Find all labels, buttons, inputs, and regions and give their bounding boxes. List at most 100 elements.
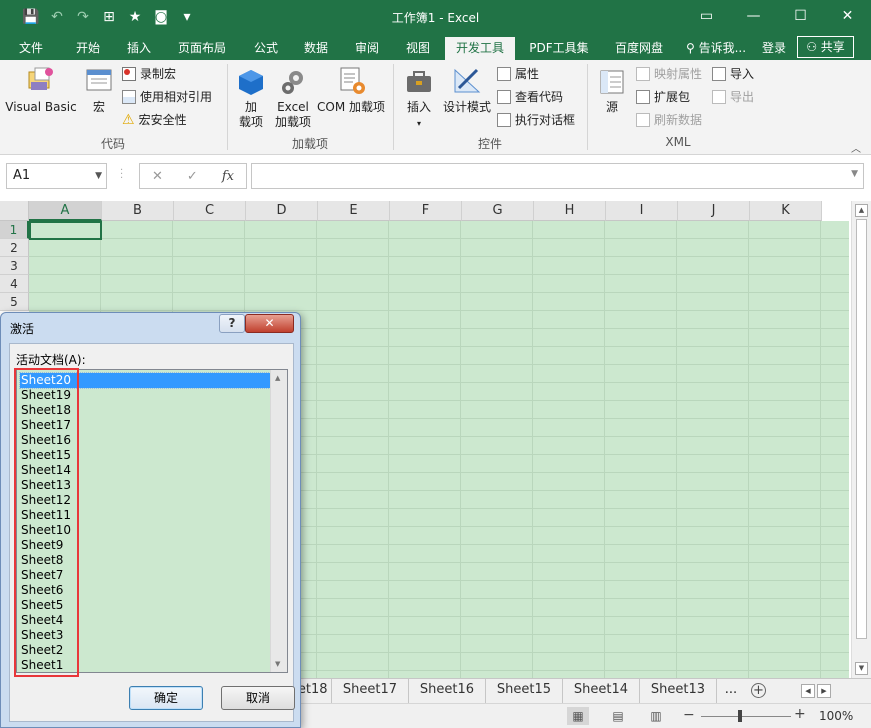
tab-insert[interactable]: 插入 xyxy=(115,37,163,60)
view-code-button[interactable]: 查看代码 xyxy=(497,87,563,107)
tab-home[interactable]: 开始 xyxy=(64,37,112,60)
column-header[interactable]: F xyxy=(390,201,462,221)
design-mode-icon xyxy=(454,68,481,93)
sheet-tab[interactable]: Sheet14 xyxy=(563,679,640,703)
xml-source-button[interactable]: 源 xyxy=(594,68,630,115)
vertical-scroll-thumb[interactable] xyxy=(856,219,867,639)
insert-control-button[interactable]: 插入 ▾ xyxy=(400,68,438,131)
tell-me-box[interactable]: ⚲ 告诉我... xyxy=(683,37,749,60)
tab-baidu-netdisk[interactable]: 百度网盘 xyxy=(608,37,670,60)
map-properties-button[interactable]: 映射属性 xyxy=(636,64,702,84)
login-link[interactable]: 登录 xyxy=(756,37,792,60)
active-cell-a1[interactable] xyxy=(29,221,102,240)
column-header[interactable]: J xyxy=(678,201,750,221)
zoom-slider[interactable] xyxy=(701,716,791,717)
column-header[interactable]: K xyxy=(750,201,822,221)
column-header[interactable]: C xyxy=(174,201,246,221)
properties-button[interactable]: 属性 xyxy=(497,64,539,84)
refresh-icon xyxy=(636,113,650,127)
expand-formula-bar-icon[interactable]: ▼ xyxy=(851,169,858,179)
expansion-packs-button[interactable]: 扩展包 xyxy=(636,87,690,107)
column-header[interactable]: B xyxy=(102,201,174,221)
refresh-data-button[interactable]: 刷新数据 xyxy=(636,110,702,130)
tab-page-layout[interactable]: 页面布局 xyxy=(170,37,234,60)
list-scroll-down-icon[interactable]: ▼ xyxy=(275,660,280,668)
com-add-ins-button[interactable]: COM 加载项 xyxy=(314,66,388,115)
tab-developer[interactable]: 开发工具 xyxy=(445,37,515,60)
record-macro-button[interactable]: 录制宏 xyxy=(122,64,176,84)
share-button[interactable]: ⚇ 共享 xyxy=(797,36,854,58)
visual-basic-button[interactable]: Visual Basic xyxy=(4,64,78,115)
scroll-down-icon[interactable]: ▼ xyxy=(855,662,868,675)
macro-icon xyxy=(86,69,112,91)
tab-view[interactable]: 视图 xyxy=(394,37,442,60)
dialog-close-button[interactable]: ✕ xyxy=(245,314,294,333)
page-break-preview-icon[interactable]: ▥ xyxy=(645,707,667,725)
tab-review[interactable]: 审阅 xyxy=(343,37,391,60)
formula-input[interactable]: ▼ xyxy=(251,163,864,189)
name-box-dropdown-icon[interactable]: ▼ xyxy=(95,164,102,188)
row-header[interactable]: 4 xyxy=(0,275,29,293)
scroll-right-icon[interactable]: ▶ xyxy=(817,684,831,698)
column-header[interactable]: D xyxy=(246,201,318,221)
run-dialog-icon xyxy=(497,113,511,127)
scroll-left-icon[interactable]: ◀ xyxy=(801,684,815,698)
column-header[interactable]: H xyxy=(534,201,606,221)
select-all-corner[interactable] xyxy=(0,201,29,221)
column-header[interactable]: A xyxy=(29,201,102,221)
more-sheets-button[interactable]: ... xyxy=(716,679,746,701)
maximize-button[interactable]: ☐ xyxy=(777,0,824,34)
row-header[interactable]: 3 xyxy=(0,257,29,275)
add-ins-button[interactable]: 加载项 xyxy=(234,68,268,130)
ribbon-display-icon[interactable]: ▭ xyxy=(683,0,730,34)
group-label-code: 代码 xyxy=(100,137,125,151)
zoom-in-icon[interactable]: + xyxy=(794,706,806,722)
list-scrollbar[interactable]: ▲ ▼ xyxy=(270,370,287,672)
design-mode-button[interactable]: 设计模式 xyxy=(440,66,494,115)
vertical-scrollbar[interactable]: ▲ ▼ xyxy=(851,201,871,678)
run-dialog-button[interactable]: 执行对话框 xyxy=(497,110,575,130)
cancel-entry-icon[interactable]: ✕ xyxy=(152,169,163,184)
help-button[interactable]: ? xyxy=(219,314,245,333)
row-header[interactable]: 5 xyxy=(0,293,29,311)
tab-data[interactable]: 数据 xyxy=(292,37,340,60)
name-box[interactable]: A1 ▼ xyxy=(6,163,107,189)
column-header[interactable]: I xyxy=(606,201,678,221)
new-sheet-icon[interactable]: + xyxy=(751,683,766,698)
row-header[interactable]: 1 xyxy=(0,221,29,239)
tab-formulas[interactable]: 公式 xyxy=(242,37,290,60)
formula-bar-splitter[interactable]: · · · xyxy=(120,166,123,184)
tab-file[interactable]: 文件 xyxy=(6,37,56,60)
row-header[interactable]: 2 xyxy=(0,239,29,257)
import-icon xyxy=(712,67,726,81)
page-layout-view-icon[interactable]: ▤ xyxy=(607,707,629,725)
ok-button[interactable]: 确定 xyxy=(129,686,203,710)
tab-pdf-tools[interactable]: PDF工具集 xyxy=(522,37,596,60)
scroll-up-icon[interactable]: ▲ xyxy=(855,204,868,217)
zoom-slider-thumb[interactable] xyxy=(738,710,742,722)
use-relative-references-button[interactable]: 使用相对引用 xyxy=(122,87,212,107)
dialog-title: 激活 xyxy=(10,322,35,336)
macros-button[interactable]: 宏 xyxy=(80,64,118,115)
normal-view-icon[interactable]: ▦ xyxy=(567,707,589,725)
zoom-out-icon[interactable]: − xyxy=(683,707,695,723)
collapse-ribbon-icon[interactable]: ︿ xyxy=(851,140,861,155)
list-scroll-up-icon[interactable]: ▲ xyxy=(275,374,280,382)
insert-function-icon[interactable]: fx xyxy=(222,169,234,184)
close-button[interactable]: ✕ xyxy=(824,0,871,34)
sheet-tab[interactable]: Sheet15 xyxy=(486,679,563,703)
group-label-add-ins: 加载项 xyxy=(291,137,328,151)
column-header[interactable]: E xyxy=(318,201,390,221)
minimize-button[interactable]: — xyxy=(730,0,777,34)
sheet-tab[interactable]: Sheet13 xyxy=(640,679,717,703)
export-button[interactable]: 导出 xyxy=(712,87,754,107)
cancel-button[interactable]: 取消 xyxy=(221,686,295,710)
sheet-tab[interactable]: Sheet17 xyxy=(332,679,409,703)
macro-security-button[interactable]: ⚠ 宏安全性 xyxy=(122,110,187,130)
sheet-tab[interactable]: Sheet16 xyxy=(409,679,486,703)
confirm-entry-icon[interactable]: ✓ xyxy=(187,169,198,184)
excel-add-ins-button[interactable]: Excel 加载项 xyxy=(272,68,314,130)
zoom-level[interactable]: 100% xyxy=(819,709,853,723)
import-button[interactable]: 导入 xyxy=(712,64,754,84)
column-header[interactable]: G xyxy=(462,201,534,221)
